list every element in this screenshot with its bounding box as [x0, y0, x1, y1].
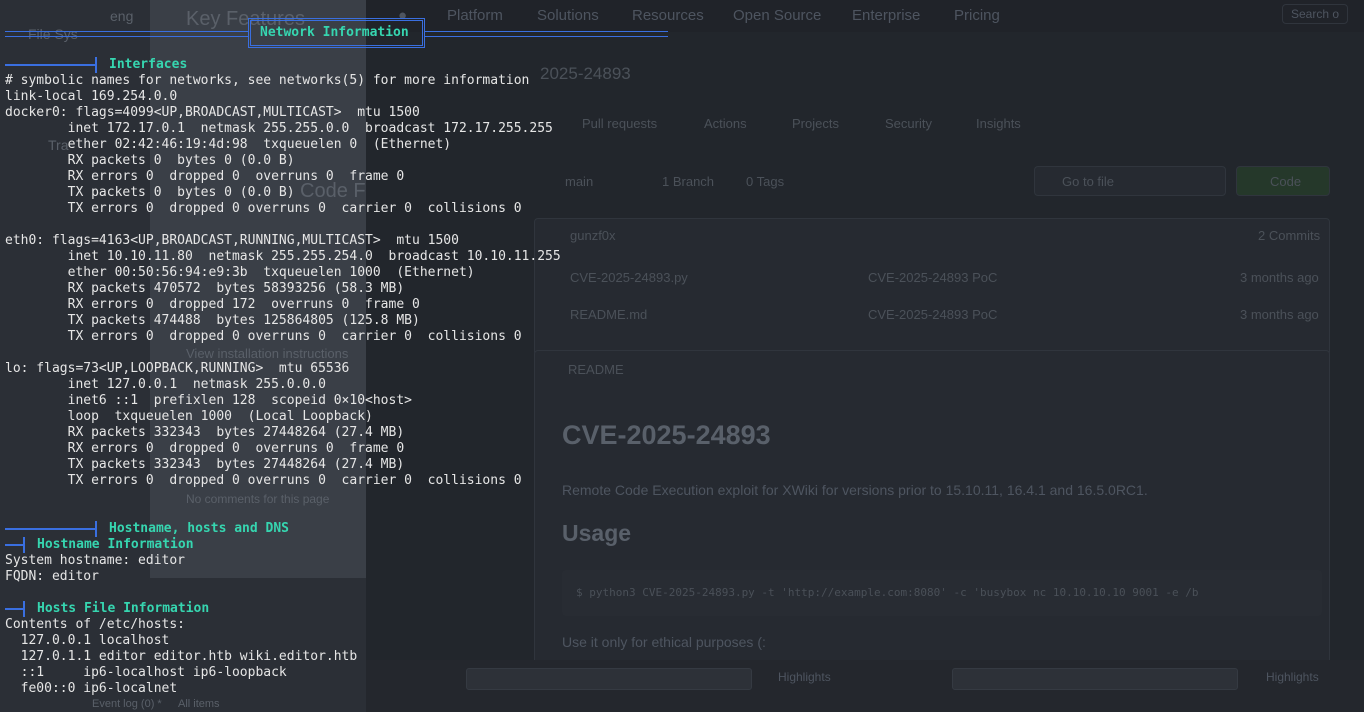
interface-line: TX packets 332343 bytes 27448264 (27.4 M…	[5, 457, 405, 472]
section-rule	[5, 64, 95, 66]
interface-line: eth0: flags=4163<UP,BROADCAST,RUNNING,MU…	[5, 233, 459, 248]
subsection-rule	[5, 544, 23, 546]
interface-line: # symbolic names for networks, see netwo…	[5, 73, 530, 88]
interface-line: TX errors 0 dropped 0 overruns 0 carrier…	[5, 473, 522, 488]
banner-rule-right	[425, 31, 668, 37]
interface-line: inet 127.0.0.1 netmask 255.0.0.0	[5, 377, 326, 392]
subsection-rule	[5, 608, 23, 610]
hosts-header: Hosts File Information	[37, 601, 210, 616]
interface-line: TX packets 474488 bytes 125864805 (125.8…	[5, 313, 420, 328]
interface-line: lo: flags=73<UP,LOOPBACK,RUNNING> mtu 65…	[5, 361, 350, 376]
interface-line: RX packets 0 bytes 0 (0.0 B)	[5, 153, 295, 168]
subsection-tick	[23, 601, 25, 617]
dns-header: Hostname, hosts and DNS	[109, 521, 290, 536]
banner-title: Network Information	[260, 25, 409, 40]
interfaces-header: Interfaces	[109, 57, 188, 72]
section-tick	[95, 57, 97, 73]
hosts-line: Contents of /etc/hosts:	[5, 617, 186, 632]
hosts-line: fe00::0 ip6-localnet	[5, 681, 178, 696]
interface-line: ether 00:50:56:94:e9:3b txqueuelen 1000 …	[5, 265, 475, 280]
interface-line: loop txqueuelen 1000 (Local Loopback)	[5, 409, 373, 424]
hostname-line: FQDN: editor	[5, 569, 99, 584]
interface-line: inet 172.17.0.1 netmask 255.255.0.0 broa…	[5, 121, 553, 136]
interface-line: RX errors 0 dropped 172 overruns 0 frame…	[5, 297, 420, 312]
hostname-header: Hostname Information	[37, 537, 194, 552]
interface-line: TX errors 0 dropped 0 overruns 0 carrier…	[5, 201, 522, 216]
interface-line: link-local 169.254.0.0	[5, 89, 178, 104]
section-rule	[5, 528, 95, 530]
interface-line: RX packets 332343 bytes 27448264 (27.4 M…	[5, 425, 405, 440]
interface-line: TX packets 0 bytes 0 (0.0 B)	[5, 185, 295, 200]
interface-line: RX errors 0 dropped 0 overruns 0 frame 0	[5, 441, 405, 456]
banner-rule-left	[5, 31, 248, 37]
hostname-line: System hostname: editor	[5, 553, 186, 568]
hosts-line: ::1 ip6-localhost ip6-loopback	[5, 665, 287, 680]
subsection-tick	[23, 537, 25, 553]
interface-line: ether 02:42:46:19:4d:98 txqueuelen 0 (Et…	[5, 137, 452, 152]
interface-line: docker0: flags=4099<UP,BROADCAST,MULTICA…	[5, 105, 420, 120]
section-tick	[95, 521, 97, 537]
terminal-output: Network Information Interfaces # symboli…	[0, 0, 1364, 712]
hosts-line: 127.0.0.1 localhost	[5, 633, 170, 648]
interface-line: TX errors 0 dropped 0 overruns 0 carrier…	[5, 329, 522, 344]
interface-line: RX errors 0 dropped 0 overruns 0 frame 0	[5, 169, 405, 184]
interface-line: RX packets 470572 bytes 58393256 (58.3 M…	[5, 281, 405, 296]
interface-line: inet 10.10.11.80 netmask 255.255.254.0 b…	[5, 249, 561, 264]
hosts-line: 127.0.1.1 editor editor.htb wiki.editor.…	[5, 649, 358, 664]
interface-line: inet6 ::1 prefixlen 128 scopeid 0×10<hos…	[5, 393, 412, 408]
